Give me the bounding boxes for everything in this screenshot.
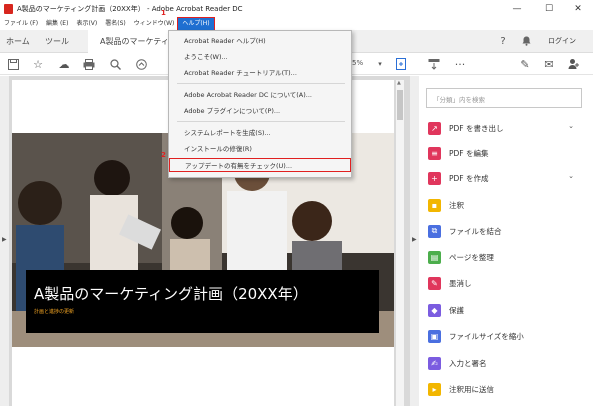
tool-protect[interactable]: ◆ 保護 xyxy=(428,301,588,319)
compress-icon: ▣ xyxy=(428,329,441,343)
help-icon[interactable]: ? xyxy=(496,34,510,48)
add-user-icon[interactable] xyxy=(566,56,582,72)
tool-send-comments[interactable]: ▸ 注釈用に送信 xyxy=(428,380,588,398)
tool-compress[interactable]: ▣ ファイルサイズを縮小 xyxy=(428,327,588,345)
menu-item-about[interactable]: Adobe Acrobat Reader DC について(A)... xyxy=(169,88,351,102)
vertical-scrollbar[interactable]: ▲ xyxy=(396,80,404,406)
tool-combine-files[interactable]: ⧉ ファイルを結合 xyxy=(428,222,588,240)
email-icon[interactable]: ✉ xyxy=(541,56,557,72)
sign-pen-icon[interactable]: ✎ xyxy=(517,56,533,72)
zoom-level[interactable]: 5% xyxy=(352,59,363,67)
right-panel-toggle[interactable]: ▶ xyxy=(410,76,419,406)
tool-comment[interactable]: ▪ 注釈 xyxy=(428,196,588,214)
export-pdf-icon: ↗ xyxy=(428,121,441,135)
tool-label: ファイルサイズを縮小 xyxy=(449,331,524,341)
document-title: A製品のマーケティング計画（20XX年） xyxy=(34,285,308,303)
redact-icon: ✎ xyxy=(428,276,441,290)
send-comments-icon: ▸ xyxy=(428,382,441,396)
menu-item-system-report[interactable]: システムレポートを生成(S)... xyxy=(169,126,351,140)
menu-separator xyxy=(177,83,345,84)
chevron-down-icon[interactable]: ⌄ xyxy=(568,172,574,180)
window-title: A製品のマーケティング計画（20XX年） - Adobe Acrobat Rea… xyxy=(17,5,243,13)
comment-icon: ▪ xyxy=(428,198,441,212)
menu-item-reader-help[interactable]: Acrobat Reader ヘルプ(H) xyxy=(169,34,351,48)
fill-sign-icon: ✍ xyxy=(428,356,441,370)
tool-label: 注釈用に送信 xyxy=(449,384,494,394)
menu-sign[interactable]: 署名(S) xyxy=(101,18,130,30)
create-pdf-icon: + xyxy=(428,171,441,185)
tool-search-input[interactable]: 「分類」内を検索 xyxy=(426,88,582,108)
tool-edit-pdf[interactable]: ≡ PDF を編集 xyxy=(428,144,588,162)
tool-label: PDF を作成 xyxy=(449,173,489,183)
menu-item-repair-install[interactable]: インストールの修復(R) xyxy=(169,142,351,156)
login-link[interactable]: ログイン xyxy=(548,36,576,46)
maximize-button[interactable]: ☐ xyxy=(534,0,564,18)
zoom-dropdown-chevron-icon[interactable]: ▾ xyxy=(372,56,388,72)
acrobat-app-icon xyxy=(4,4,13,14)
bookmark-star-icon[interactable]: ☆ xyxy=(30,56,46,72)
tool-fill-sign[interactable]: ✍ 入力と署名 xyxy=(428,354,588,372)
tool-redact[interactable]: ✎ 墨消し xyxy=(428,274,588,292)
more-tools-icon[interactable]: ··· xyxy=(452,56,468,72)
combine-files-icon: ⧉ xyxy=(428,224,441,238)
document-subtitle: 計画と進捗の更新 xyxy=(34,309,75,315)
scroll-up-arrow-icon[interactable]: ▲ xyxy=(397,80,401,86)
tool-label: PDF を編集 xyxy=(449,148,489,158)
help-menu-dropdown: Acrobat Reader ヘルプ(H) ようこそ(W)... Acrobat… xyxy=(168,30,352,178)
tool-label: 保護 xyxy=(449,305,464,315)
left-panel-toggle[interactable]: ▶ xyxy=(0,76,9,406)
tool-label: 注釈 xyxy=(449,200,464,210)
close-button[interactable]: ✕ xyxy=(563,0,593,18)
tool-label: ページを整理 xyxy=(449,252,494,262)
callout-step-2: 2 xyxy=(161,151,166,159)
bell-icon[interactable] xyxy=(519,34,533,48)
cloud-upload-icon[interactable]: ☁ xyxy=(56,56,72,72)
organize-pages-icon: ▤ xyxy=(428,250,441,264)
menu-separator xyxy=(177,121,345,122)
print-icon[interactable] xyxy=(81,56,97,72)
menu-item-about-plugins[interactable]: Adobe プラグインについて(P)... xyxy=(169,104,351,118)
menu-window[interactable]: ウィンドウ(W) xyxy=(130,18,179,30)
tool-export-pdf[interactable]: ↗ PDF を書き出し ⌄ xyxy=(428,119,588,137)
tool-label: 墨消し xyxy=(449,278,472,288)
scrollbar-thumb[interactable] xyxy=(397,90,403,120)
minimize-button[interactable]: — xyxy=(502,0,532,18)
chevron-down-icon[interactable]: ⌄ xyxy=(568,122,574,130)
protect-icon: ◆ xyxy=(428,303,441,317)
menu-item-check-updates[interactable]: アップデートの有無をチェック(U)... xyxy=(169,158,351,172)
page-up-icon[interactable] xyxy=(133,56,149,72)
tool-label: PDF を書き出し xyxy=(449,123,504,133)
tool-organize-pages[interactable]: ▤ ページを整理 xyxy=(428,248,588,266)
callout-step-1: 1 xyxy=(161,9,166,17)
menu-item-tutorial[interactable]: Acrobat Reader チュートリアル(T)... xyxy=(169,66,351,80)
save-icon[interactable] xyxy=(5,56,21,72)
collapse-right-arrow-icon[interactable]: ▶ xyxy=(412,236,417,243)
tool-label: 入力と署名 xyxy=(449,358,487,368)
edit-pdf-icon: ≡ xyxy=(428,146,441,160)
fit-page-icon[interactable] xyxy=(394,56,410,72)
menu-view[interactable]: 表示(V) xyxy=(72,18,101,30)
tab-tools[interactable]: ツール xyxy=(45,36,69,47)
scroll-mode-icon[interactable] xyxy=(426,56,442,72)
menu-file[interactable]: ファイル (F) xyxy=(0,18,42,30)
acrobat-window: A製品のマーケティング計画（20XX年） - Adobe Acrobat Rea… xyxy=(0,0,593,406)
menu-edit[interactable]: 編集 (E) xyxy=(42,18,72,30)
expand-left-arrow-icon[interactable]: ▶ xyxy=(2,236,7,243)
tool-label: ファイルを結合 xyxy=(449,226,502,236)
menu-bar: ファイル (F) 編集 (E) 表示(V) 署名(S) ウィンドウ(W) ヘルプ… xyxy=(0,17,593,31)
menu-item-welcome[interactable]: ようこそ(W)... xyxy=(169,50,351,64)
tool-create-pdf[interactable]: + PDF を作成 ⌄ xyxy=(428,169,588,187)
tab-home[interactable]: ホーム xyxy=(6,36,30,47)
zoom-search-icon[interactable] xyxy=(107,56,123,72)
menu-help[interactable]: ヘルプ(H) xyxy=(177,17,215,31)
